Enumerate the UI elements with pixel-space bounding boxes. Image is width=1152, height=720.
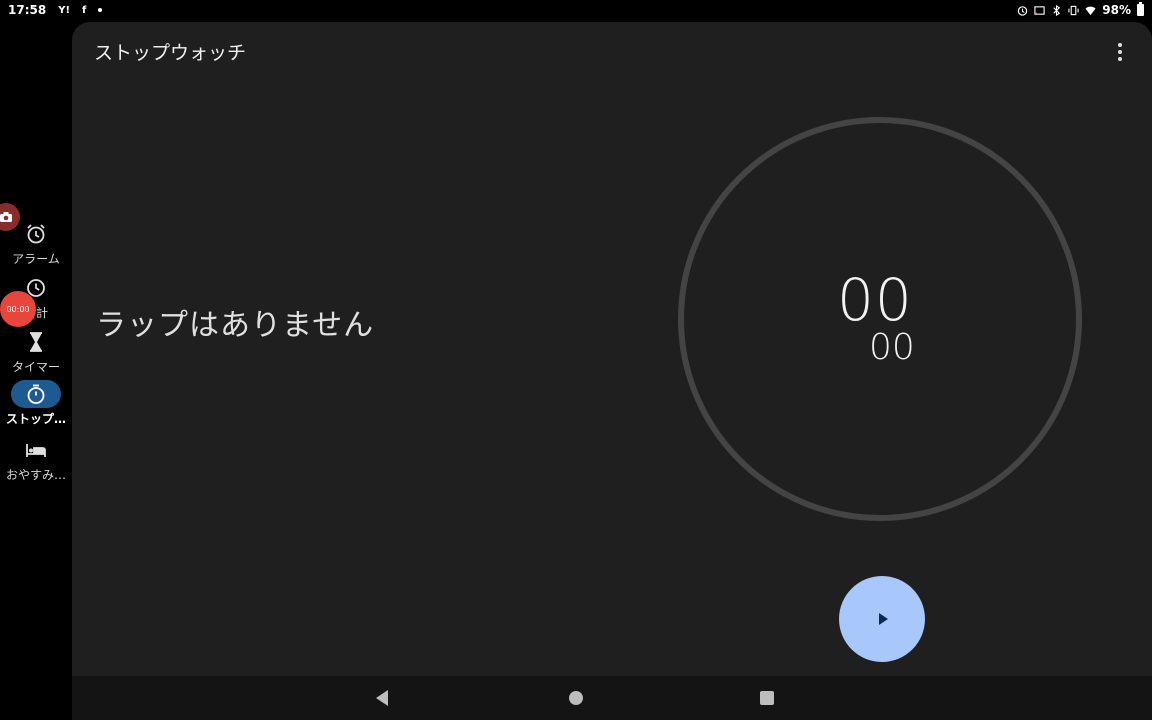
home-icon[interactable] (569, 691, 583, 705)
more-notifications-icon (98, 8, 103, 12)
page-title: ストップウォッチ (94, 42, 247, 64)
vibrate-icon (1068, 5, 1079, 15)
yahoo-notification-icon: Y! (58, 4, 71, 16)
battery-icon (1137, 2, 1144, 16)
cast-icon (1034, 5, 1045, 15)
system-nav-bar (72, 676, 1152, 720)
rail-item-stopwatch[interactable]: ストップ… (0, 380, 72, 427)
hourglass-icon (11, 328, 61, 356)
alarm-status-icon (1018, 5, 1028, 16)
floating-timer-bubble[interactable]: 00:00 (0, 291, 36, 327)
status-bar: 17:58 Y! f 98% (0, 0, 1152, 22)
facebook-notification-icon: f (82, 4, 87, 16)
status-time: 17:58 (8, 3, 47, 17)
rail-label-bedtime: おやすみ… (5, 468, 66, 482)
no-laps-message: ラップはありません (96, 308, 375, 343)
alarm-icon (11, 220, 61, 248)
stopwatch-icon (11, 380, 61, 408)
rail-item-timer[interactable]: タイマー (0, 328, 72, 375)
rail-label-stopwatch: ストップ… (5, 412, 66, 426)
rail-label-timer: タイマー (11, 360, 60, 374)
stopwatch-seconds: 00 (837, 266, 913, 334)
stopwatch-panel: ストップウォッチ ラップはありません 00 00 (72, 22, 1152, 676)
back-icon[interactable] (376, 690, 388, 706)
wifi-icon (1085, 6, 1096, 15)
rail-item-alarm[interactable]: アラーム (0, 220, 72, 267)
start-button[interactable] (839, 576, 925, 662)
bed-icon (11, 436, 61, 464)
more-options-icon[interactable] (1110, 42, 1130, 62)
battery-percent: 98% (1102, 3, 1131, 17)
recents-icon[interactable] (760, 691, 774, 705)
play-icon (879, 613, 888, 625)
rail-item-bedtime[interactable]: おやすみ… (0, 436, 72, 483)
rail-label-alarm: アラーム (12, 252, 60, 266)
bluetooth-icon (1053, 4, 1061, 16)
stopwatch-hundredths: 00 (869, 327, 915, 368)
